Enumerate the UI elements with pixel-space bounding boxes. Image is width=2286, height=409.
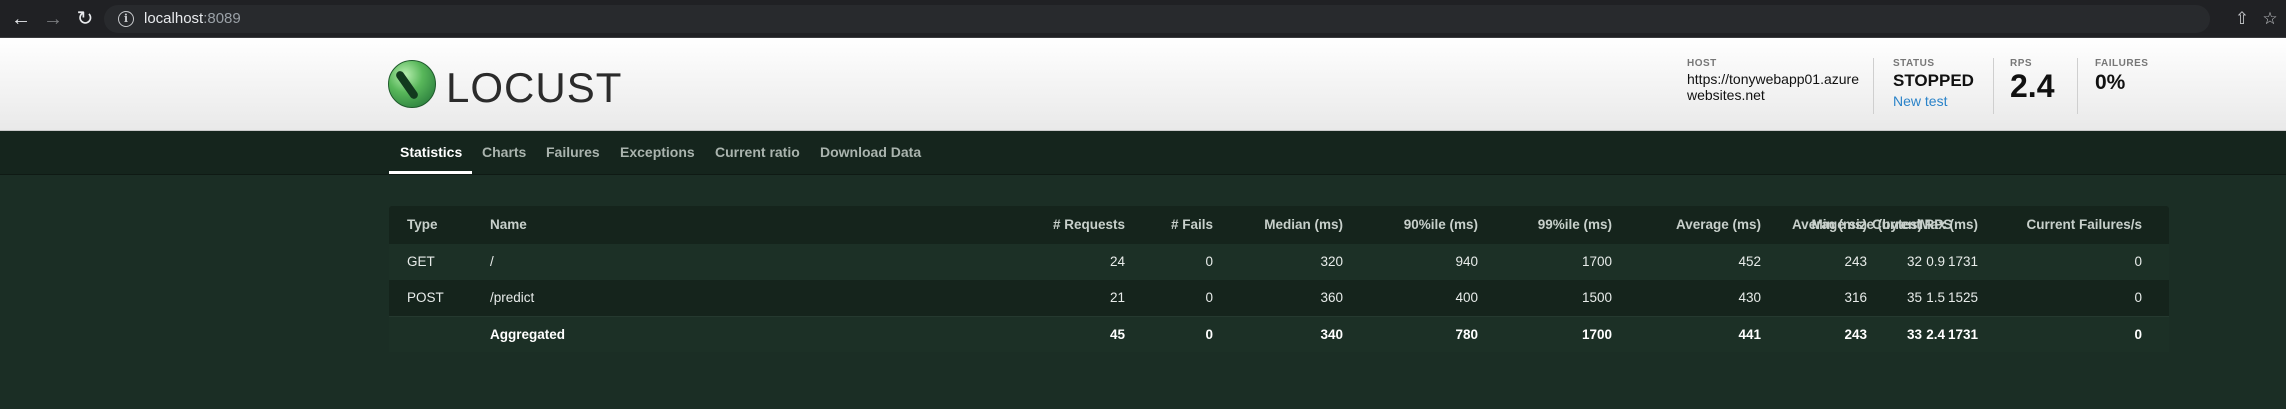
tab-failures[interactable]: Failures	[546, 144, 600, 160]
cell-requests: 24	[1109, 254, 1125, 269]
cell-current-rps: 0.9	[1926, 254, 1945, 269]
tab-current-ratio[interactable]: Current ratio	[715, 144, 800, 160]
rps-value: 2.4	[2010, 68, 2055, 104]
tab-charts[interactable]: Charts	[482, 144, 526, 160]
cell-average: 441	[1738, 327, 1761, 342]
logo-text: LOCUST	[446, 64, 623, 111]
cell-max: 1731	[1947, 327, 1978, 342]
cell-average: 452	[1738, 254, 1761, 269]
status-label: STATUS	[1893, 58, 1935, 69]
locust-logo-icon	[388, 60, 436, 108]
cell-current-rps: 1.5	[1926, 290, 1945, 305]
table-row: GET / 24 0 320 940 1700 452 243 1731 32 …	[389, 244, 2169, 280]
cell-type: POST	[407, 290, 444, 305]
cell-name: /	[490, 254, 494, 269]
col-current-rps[interactable]: Current RPS	[1872, 217, 1952, 232]
browser-toolbar: ← → ↻ i localhost:8089 ⇧ ☆	[0, 0, 2286, 38]
info-icon[interactable]: i	[118, 11, 134, 27]
new-test-link[interactable]: New test	[1893, 93, 1974, 109]
col-current-failures[interactable]: Current Failures/s	[2009, 217, 2142, 232]
cell-name: Aggregated	[490, 327, 566, 342]
col-99ile[interactable]: 99%ile (ms)	[1538, 217, 1612, 232]
cell-name: /predict	[490, 290, 535, 305]
tab-exceptions[interactable]: Exceptions	[620, 144, 695, 160]
cell-90ile: 780	[1455, 327, 1478, 342]
table-row: POST /predict 21 0 360 400 1500 430 316 …	[389, 280, 2169, 316]
cell-current-rps: 2.4	[1926, 327, 1945, 342]
cell-requests: 21	[1109, 290, 1125, 305]
cell-99ile: 1500	[1581, 290, 1612, 305]
back-icon[interactable]: ←	[9, 7, 33, 31]
url-text[interactable]: localhost:8089	[144, 10, 241, 27]
cell-current-failures: 0	[2134, 290, 2142, 305]
tab-statistics[interactable]: Statistics	[400, 144, 462, 160]
col-requests[interactable]: # Requests	[1053, 217, 1125, 232]
cell-type: GET	[407, 254, 435, 269]
cell-median: 320	[1320, 254, 1343, 269]
host-value: https://tonywebapp01.azurewebsites.net	[1687, 71, 1860, 103]
failures-box: FAILURES 0%	[2095, 58, 2148, 114]
statistics-table: Type Name # Requests # Fails Median (ms)…	[389, 206, 2169, 352]
col-90ile[interactable]: 90%ile (ms)	[1404, 217, 1478, 232]
cell-current-failures: 0	[2134, 327, 2142, 342]
col-name[interactable]: Name	[490, 217, 527, 232]
cell-fails: 0	[1205, 290, 1213, 305]
col-median[interactable]: Median (ms)	[1264, 217, 1343, 232]
failures-value: 0%	[2095, 71, 2126, 94]
cell-median: 340	[1320, 327, 1343, 342]
cell-90ile: 940	[1455, 254, 1478, 269]
cell-current-failures: 0	[2134, 254, 2142, 269]
share-icon[interactable]: ⇧	[2230, 7, 2254, 31]
cell-fails: 0	[1205, 254, 1213, 269]
table-header: Type Name # Requests # Fails Median (ms)…	[389, 206, 2169, 244]
cell-max: 1731	[1947, 254, 1978, 269]
cell-average: 430	[1738, 290, 1761, 305]
cell-median: 360	[1320, 290, 1343, 305]
bookmark-icon[interactable]: ☆	[2258, 7, 2282, 31]
address-bar[interactable]: i localhost:8089	[104, 5, 2210, 33]
tab-bar: Statistics Charts Failures Exceptions Cu…	[0, 131, 2286, 175]
active-tab-indicator	[389, 171, 472, 174]
status-box: STATUS STOPPED New test	[1893, 58, 1974, 114]
failures-label: FAILURES	[2095, 58, 2149, 69]
status-value: STOPPED	[1893, 71, 1974, 90]
col-type[interactable]: Type	[407, 217, 438, 232]
aggregated-row: Aggregated 45 0 340 780 1700 441 243 173…	[389, 316, 2169, 352]
cell-requests: 45	[1109, 327, 1125, 342]
host-box: HOST https://tonywebapp01.azurewebsites.…	[1687, 58, 1863, 114]
cell-fails: 0	[1205, 327, 1213, 342]
host-label: HOST	[1687, 58, 1717, 69]
tab-download-data[interactable]: Download Data	[820, 144, 921, 160]
cell-99ile: 1700	[1581, 254, 1612, 269]
col-fails[interactable]: # Fails	[1171, 217, 1213, 232]
rps-box: RPS 2.4	[2010, 58, 2054, 114]
locust-header: LOCUST HOST https://tonywebapp01.azurewe…	[0, 38, 2286, 131]
forward-icon[interactable]: →	[41, 7, 65, 31]
reload-icon[interactable]: ↻	[73, 7, 97, 31]
cell-90ile: 400	[1455, 290, 1478, 305]
cell-max: 1525	[1947, 290, 1978, 305]
cell-99ile: 1700	[1581, 327, 1612, 342]
